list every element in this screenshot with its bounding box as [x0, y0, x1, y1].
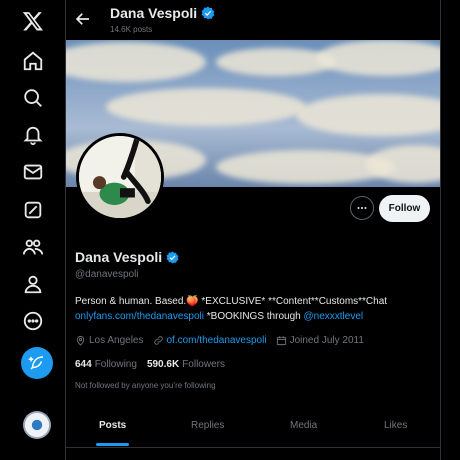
profile-handle: @danavespoli: [75, 269, 139, 280]
tab-posts[interactable]: Posts: [99, 420, 126, 431]
bio-onlyfans-link[interactable]: onlyfans.com/thedanavespoli: [75, 311, 204, 322]
right-divider: [440, 0, 441, 460]
verified-badge-icon: [201, 6, 215, 20]
location-pin-icon: [76, 335, 85, 346]
back-arrow-icon[interactable]: [74, 10, 92, 28]
tab-replies[interactable]: Replies: [191, 420, 224, 431]
tab-likes[interactable]: Likes: [384, 420, 407, 431]
following-link[interactable]: 644 Following: [75, 359, 137, 370]
profile-meta: Los Angeles of.com/thedanavespoli Joined…: [75, 335, 373, 346]
joined-item: Joined July 2011: [276, 335, 364, 346]
account-avatar[interactable]: [23, 411, 51, 439]
website-link[interactable]: of.com/thedanavespoli: [167, 335, 267, 346]
tab-media[interactable]: Media: [290, 420, 317, 431]
location-item: Los Angeles: [75, 335, 144, 346]
profile-person-icon[interactable]: [18, 269, 48, 299]
bio-mention-link[interactable]: @nexxxtlevel: [303, 311, 363, 322]
communities-icon[interactable]: [18, 232, 48, 262]
profile-avatar[interactable]: [76, 133, 164, 221]
bio-line-2: onlyfans.com/thedanavespoli *BOOKINGS th…: [75, 311, 363, 322]
followers-link[interactable]: 590.6K Followers: [147, 359, 225, 370]
not-followed-notice: Not followed by anyone you’re following: [75, 381, 216, 390]
feather-plus-icon: [28, 356, 44, 370]
active-tab-indicator: [96, 443, 129, 446]
grok-icon[interactable]: [18, 195, 48, 225]
header-title: Dana Vespoli: [110, 5, 215, 21]
calendar-icon: [276, 336, 286, 346]
profile-display-name: Dana Vespoli: [75, 249, 179, 265]
search-icon[interactable]: [18, 83, 48, 113]
bio-bookings-text: *BOOKINGS through: [203, 311, 304, 322]
home-icon[interactable]: [18, 46, 48, 76]
bio-line-1: Person & human. Based.🍑 *EXCLUSIVE* **Co…: [75, 296, 388, 307]
profile-column: Dana Vespoli 14.6K posts Follow Dana Ves…: [66, 0, 440, 460]
more-circle-icon[interactable]: [18, 306, 48, 336]
posts-count: 14.6K posts: [110, 25, 153, 34]
ellipsis-icon: [357, 207, 367, 209]
verified-badge-icon: [166, 251, 179, 263]
compose-post-button[interactable]: [21, 347, 53, 379]
messages-envelope-icon[interactable]: [18, 157, 48, 187]
follow-stats: 644 Following 590.6K Followers: [75, 359, 225, 370]
x-logo-icon[interactable]: [18, 6, 48, 36]
profile-header-bar: Dana Vespoli 14.6K posts: [66, 0, 440, 40]
website-item[interactable]: of.com/thedanavespoli: [153, 335, 267, 346]
follow-button[interactable]: Follow: [379, 195, 430, 222]
profile-tabs: Posts Replies Media Likes: [66, 408, 440, 448]
more-options-button[interactable]: [350, 196, 374, 220]
notifications-bell-icon[interactable]: [18, 120, 48, 150]
left-nav: [0, 0, 66, 460]
link-icon: [153, 336, 163, 345]
